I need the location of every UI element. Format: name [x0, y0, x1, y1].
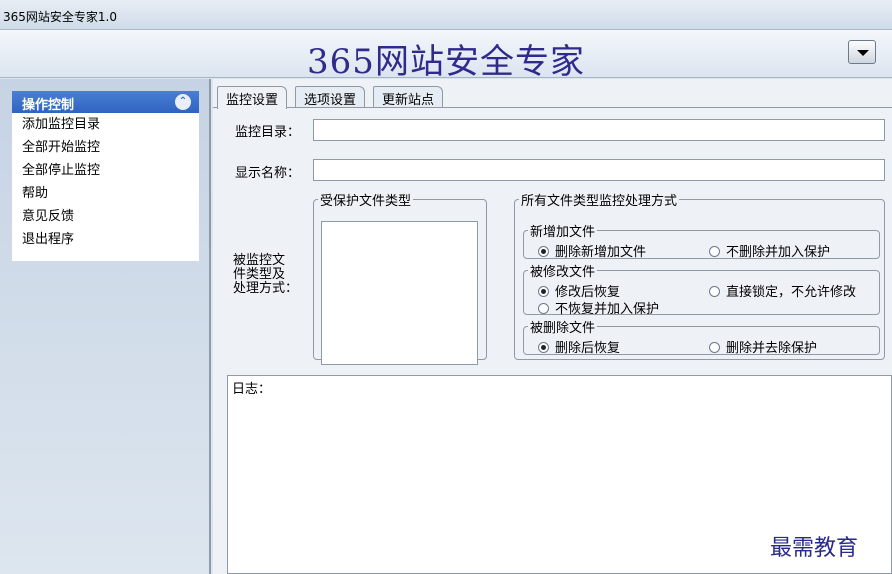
new-files-legend: 新增加文件	[530, 225, 596, 240]
radio-dot	[709, 342, 720, 353]
display-name-label: 显示名称：	[235, 166, 301, 181]
radio-label: 删除后恢复	[555, 341, 621, 356]
radio-dot	[709, 286, 720, 297]
tab-monitor-settings[interactable]: 监控设置	[217, 86, 288, 109]
file-type-label-line-3: 处理方式：	[233, 281, 299, 296]
radio-dot	[538, 286, 549, 297]
radio-keep-new-files[interactable]: 不删除并加入保护	[709, 241, 830, 260]
protected-file-types-legend: 受保护文件类型	[320, 194, 412, 209]
tab-update-site[interactable]: 更新站点	[373, 86, 444, 108]
radio-label: 删除新增加文件	[555, 245, 647, 260]
radio-label: 不删除并加入保护	[726, 245, 831, 260]
main-content: 监控设置 选项设置 更新站点 监控目录： 显示名称： 被监控文 件类型及 处理方…	[213, 79, 892, 574]
radio-dot	[538, 342, 549, 353]
radio-lock-no-modify[interactable]: 直接锁定，不允许修改	[709, 281, 856, 300]
sidebar-item-help[interactable]: 帮助	[12, 182, 199, 205]
deleted-files-legend: 被删除文件	[530, 321, 596, 336]
window-title: 365网站安全专家1.0	[3, 10, 117, 24]
handling-methods-legend: 所有文件类型监控处理方式	[521, 194, 678, 209]
sidebar-item-add-monitor-dir[interactable]: 添加监控目录	[12, 113, 199, 136]
menu-dropdown-button[interactable]	[848, 40, 876, 64]
file-type-handling-label: 被监控文 件类型及 处理方式：	[233, 254, 298, 296]
radio-restore-after-delete[interactable]: 删除后恢复	[538, 337, 620, 356]
operation-control-panel: 操作控制 ⌃ 添加监控目录 全部开始监控 全部停止监控 帮助 意见反馈 退出程序	[12, 91, 199, 261]
app-name-banner: 365网站安全专家	[307, 42, 585, 82]
app-header: 365网站安全专家	[0, 30, 892, 82]
handling-methods-group: 所有文件类型监控处理方式 新增加文件 删除新增加文件 不删除并加入保护 被修改文…	[514, 190, 885, 360]
sidebar-item-exit[interactable]: 退出程序	[12, 228, 199, 251]
new-files-group: 新增加文件 删除新增加文件 不删除并加入保护	[523, 221, 880, 260]
monitor-dir-label: 监控目录：	[235, 125, 301, 140]
panel-title: 操作控制	[22, 98, 75, 113]
deleted-files-group: 被删除文件 删除后恢复 删除并去除保护	[523, 317, 880, 356]
file-type-label-line-2: 件类型及	[233, 267, 286, 282]
protected-file-types-group: 受保护文件类型	[313, 190, 487, 365]
dropdown-arrow-icon	[857, 50, 869, 56]
title-bar: 365网站安全专家1.0	[0, 0, 892, 30]
monitor-dir-input[interactable]	[313, 119, 885, 141]
radio-no-restore-protect[interactable]: 不恢复并加入保护	[538, 298, 659, 317]
protected-file-types-list[interactable]	[321, 221, 478, 365]
modified-files-group: 被修改文件 修改后恢复 直接锁定，不允许修改 不恢复并加入保护	[523, 261, 880, 317]
panel-header[interactable]: 操作控制 ⌃	[12, 91, 199, 113]
watermark-text: 最需教育	[770, 536, 859, 561]
sidebar-item-start-all[interactable]: 全部开始监控	[12, 136, 199, 159]
sidebar-item-stop-all[interactable]: 全部停止监控	[12, 159, 199, 182]
radio-dot	[538, 246, 549, 257]
radio-label: 不恢复并加入保护	[555, 302, 660, 317]
sidebar-item-feedback[interactable]: 意见反馈	[12, 205, 199, 228]
sidebar: 操作控制 ⌃ 添加监控目录 全部开始监控 全部停止监控 帮助 意见反馈 退出程序	[0, 79, 211, 574]
radio-dot	[538, 303, 549, 314]
radio-dot	[709, 246, 720, 257]
display-name-input[interactable]	[313, 159, 885, 181]
log-label: 日志：	[232, 382, 272, 397]
tab-option-settings[interactable]: 选项设置	[295, 86, 366, 108]
radio-label: 直接锁定，不允许修改	[726, 285, 857, 300]
radio-delete-new-files[interactable]: 删除新增加文件	[538, 241, 646, 260]
radio-delete-remove-protect[interactable]: 删除并去除保护	[709, 337, 817, 356]
tab-divider	[213, 107, 892, 108]
file-type-label-line-1: 被监控文	[233, 253, 286, 268]
double-chevron-up-icon[interactable]: ⌃	[175, 94, 191, 110]
modified-files-legend: 被修改文件	[530, 265, 596, 280]
radio-label: 删除并去除保护	[726, 341, 818, 356]
